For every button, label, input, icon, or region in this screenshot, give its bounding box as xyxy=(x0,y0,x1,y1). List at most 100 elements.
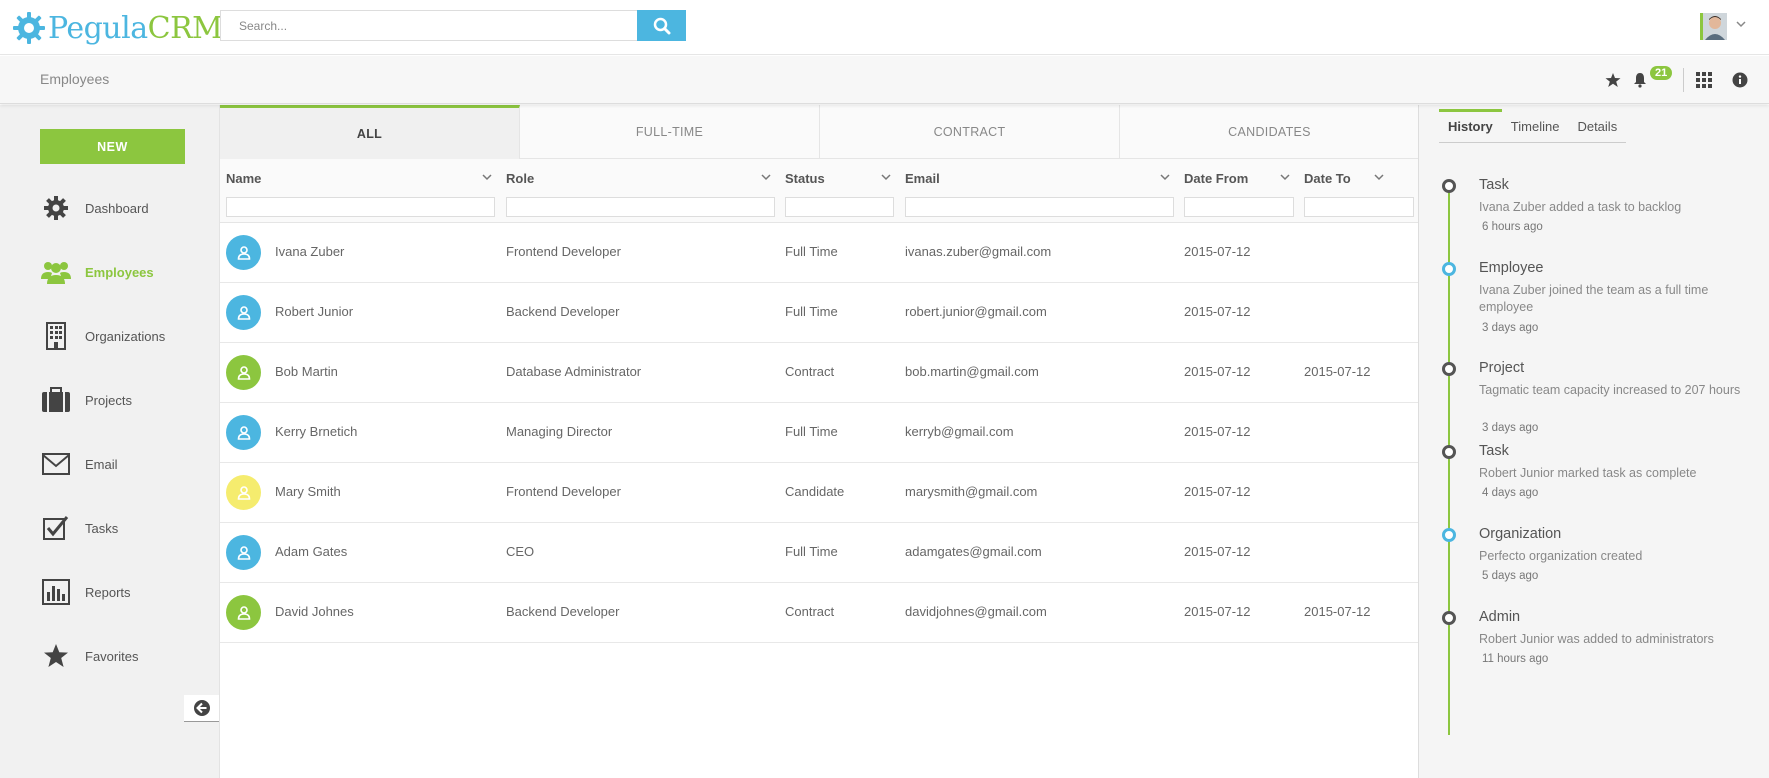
sidebar-item-dashboard[interactable]: Dashboard xyxy=(40,192,210,224)
sidebar-item-label: Organizations xyxy=(85,328,166,344)
employee-avatar[interactable] xyxy=(226,355,261,390)
tab-contract[interactable]: CONTRACT xyxy=(820,105,1120,159)
sidebar: NEW Dashboard Employees Organizations Pr… xyxy=(0,105,219,778)
sidebar-item-email[interactable]: Email xyxy=(40,448,210,480)
tab-timeline[interactable]: Timeline xyxy=(1502,109,1569,143)
activity-panel: History Timeline Details Task Ivana Zuber… xyxy=(1418,105,1769,778)
user-outline-icon xyxy=(237,365,250,380)
cell-role: Frontend Developer xyxy=(506,484,621,499)
employee-avatar[interactable] xyxy=(226,535,261,570)
filter-date-to-input[interactable] xyxy=(1304,197,1414,217)
tab-details[interactable]: Details xyxy=(1568,109,1626,143)
cell-email[interactable]: kerryb@gmail.com xyxy=(905,424,1014,439)
new-button[interactable]: NEW xyxy=(40,129,185,164)
employee-avatar[interactable] xyxy=(226,415,261,450)
search-button[interactable] xyxy=(637,10,686,41)
history-timestamp: 4 days ago xyxy=(1482,487,1539,499)
sort-chevron-down-icon[interactable] xyxy=(482,173,492,181)
history-title: Task xyxy=(1479,443,1509,459)
cell-role: Backend Developer xyxy=(506,604,620,619)
info-icon[interactable] xyxy=(1730,70,1750,90)
filter-role-input[interactable] xyxy=(506,197,775,217)
sidebar-item-label: Dashboard xyxy=(85,200,149,216)
table-row[interactable]: Bob Martin Database Administrator Contract… xyxy=(220,343,1419,403)
employee-avatar[interactable] xyxy=(226,595,261,630)
sidebar-item-label: Projects xyxy=(85,392,132,408)
tab-history[interactable]: History xyxy=(1439,109,1502,143)
column-header-name[interactable]: Name xyxy=(226,171,261,186)
history-description: Perfecto organization created xyxy=(1479,549,1643,563)
history-title: Employee xyxy=(1479,260,1544,276)
top-bar: PegulaCRM xyxy=(0,0,1769,55)
cell-role: Backend Developer xyxy=(506,304,620,319)
cell-email[interactable]: bob.martin@gmail.com xyxy=(905,364,1039,379)
column-header-role[interactable]: Role xyxy=(506,171,534,186)
notification-bell-icon[interactable] xyxy=(1630,70,1650,90)
user-menu-chevron-down-icon[interactable] xyxy=(1736,20,1746,28)
tab-all[interactable]: ALL xyxy=(220,105,520,159)
employee-avatar[interactable] xyxy=(226,295,261,330)
filter-email-input[interactable] xyxy=(905,197,1174,217)
table-row[interactable]: Kerry Brnetich Managing Director Full Time… xyxy=(220,403,1419,463)
sidebar-item-employees[interactable]: Employees xyxy=(40,256,210,288)
history-title: Admin xyxy=(1479,609,1521,625)
cell-role: Frontend Developer xyxy=(506,244,621,259)
cell-email[interactable]: robert.junior@gmail.com xyxy=(905,304,1047,319)
cell-name: Kerry Brnetich xyxy=(275,424,358,439)
filter-name-input[interactable] xyxy=(226,197,495,217)
sidebar-item-favorites[interactable]: Favorites xyxy=(40,640,210,672)
cell-status: Full Time xyxy=(785,304,838,319)
app-logo[interactable]: PegulaCRM xyxy=(12,8,223,48)
table-row[interactable]: Robert Junior Backend Developer Full Time r… xyxy=(220,283,1419,343)
checkbox-icon xyxy=(40,512,72,544)
user-outline-icon xyxy=(237,425,250,440)
table-row[interactable]: David Johnes Backend Developer Contract dav… xyxy=(220,583,1419,643)
cell-status: Full Time xyxy=(785,424,838,439)
timeline-dot-icon xyxy=(1442,611,1456,625)
sub-header: Employees xyxy=(0,56,1769,104)
collapse-sidebar-button[interactable] xyxy=(184,695,219,722)
user-photo-icon xyxy=(1703,13,1727,40)
table-row[interactable]: Ivana Zuber Frontend Developer Full Time iv… xyxy=(220,223,1419,283)
sort-chevron-down-icon[interactable] xyxy=(881,173,891,181)
filter-date-from-input[interactable] xyxy=(1184,197,1294,217)
cell-role: Managing Director xyxy=(506,424,613,439)
table-row[interactable]: Mary Smith Frontend Developer Candidate mar… xyxy=(220,463,1419,523)
filter-status-input[interactable] xyxy=(785,197,894,217)
sidebar-item-projects[interactable]: Projects xyxy=(40,384,210,416)
sidebar-item-tasks[interactable]: Tasks xyxy=(40,512,210,544)
user-avatar[interactable] xyxy=(1700,13,1727,40)
employee-avatar[interactable] xyxy=(226,235,261,270)
logo-gear-icon xyxy=(13,12,45,44)
cell-email[interactable]: davidjohnes@gmail.com xyxy=(905,604,1047,619)
favorite-star-icon[interactable] xyxy=(1603,70,1623,90)
header-divider xyxy=(1683,68,1684,92)
cell-email[interactable]: marysmith@gmail.com xyxy=(905,484,1037,499)
timeline-dot-icon xyxy=(1442,179,1456,193)
column-header-date-to[interactable]: Date To xyxy=(1304,171,1351,186)
search-icon xyxy=(653,17,670,34)
timeline-dot-icon xyxy=(1442,262,1456,276)
cell-date-to: 2015-07-12 xyxy=(1304,604,1371,619)
sidebar-item-organizations[interactable]: Organizations xyxy=(40,320,210,352)
cell-date-to: 2015-07-12 xyxy=(1304,364,1371,379)
timeline-dot-icon xyxy=(1442,528,1456,542)
cell-email[interactable]: adamgates@gmail.com xyxy=(905,544,1042,559)
user-outline-icon xyxy=(237,605,250,620)
apps-grid-icon[interactable] xyxy=(1694,70,1714,90)
table-row[interactable]: Adam Gates CEO Full Time adamgates@gmail.co… xyxy=(220,523,1419,583)
sort-chevron-down-icon[interactable] xyxy=(1160,173,1170,181)
cell-name: Adam Gates xyxy=(275,544,348,559)
employee-avatar[interactable] xyxy=(226,475,261,510)
column-header-status[interactable]: Status xyxy=(785,171,825,186)
column-header-email[interactable]: Email xyxy=(905,171,940,186)
sort-chevron-down-icon[interactable] xyxy=(761,173,771,181)
cell-email[interactable]: ivanas.zuber@gmail.com xyxy=(905,244,1051,259)
sidebar-item-reports[interactable]: Reports xyxy=(40,576,210,608)
tab-full-time[interactable]: FULL-TIME xyxy=(520,105,820,159)
sort-chevron-down-icon[interactable] xyxy=(1374,173,1384,181)
search-input[interactable] xyxy=(220,10,637,41)
tab-candidates[interactable]: CANDIDATES xyxy=(1120,105,1419,159)
column-header-date-from[interactable]: Date From xyxy=(1184,171,1248,186)
sort-chevron-down-icon[interactable] xyxy=(1280,173,1290,181)
